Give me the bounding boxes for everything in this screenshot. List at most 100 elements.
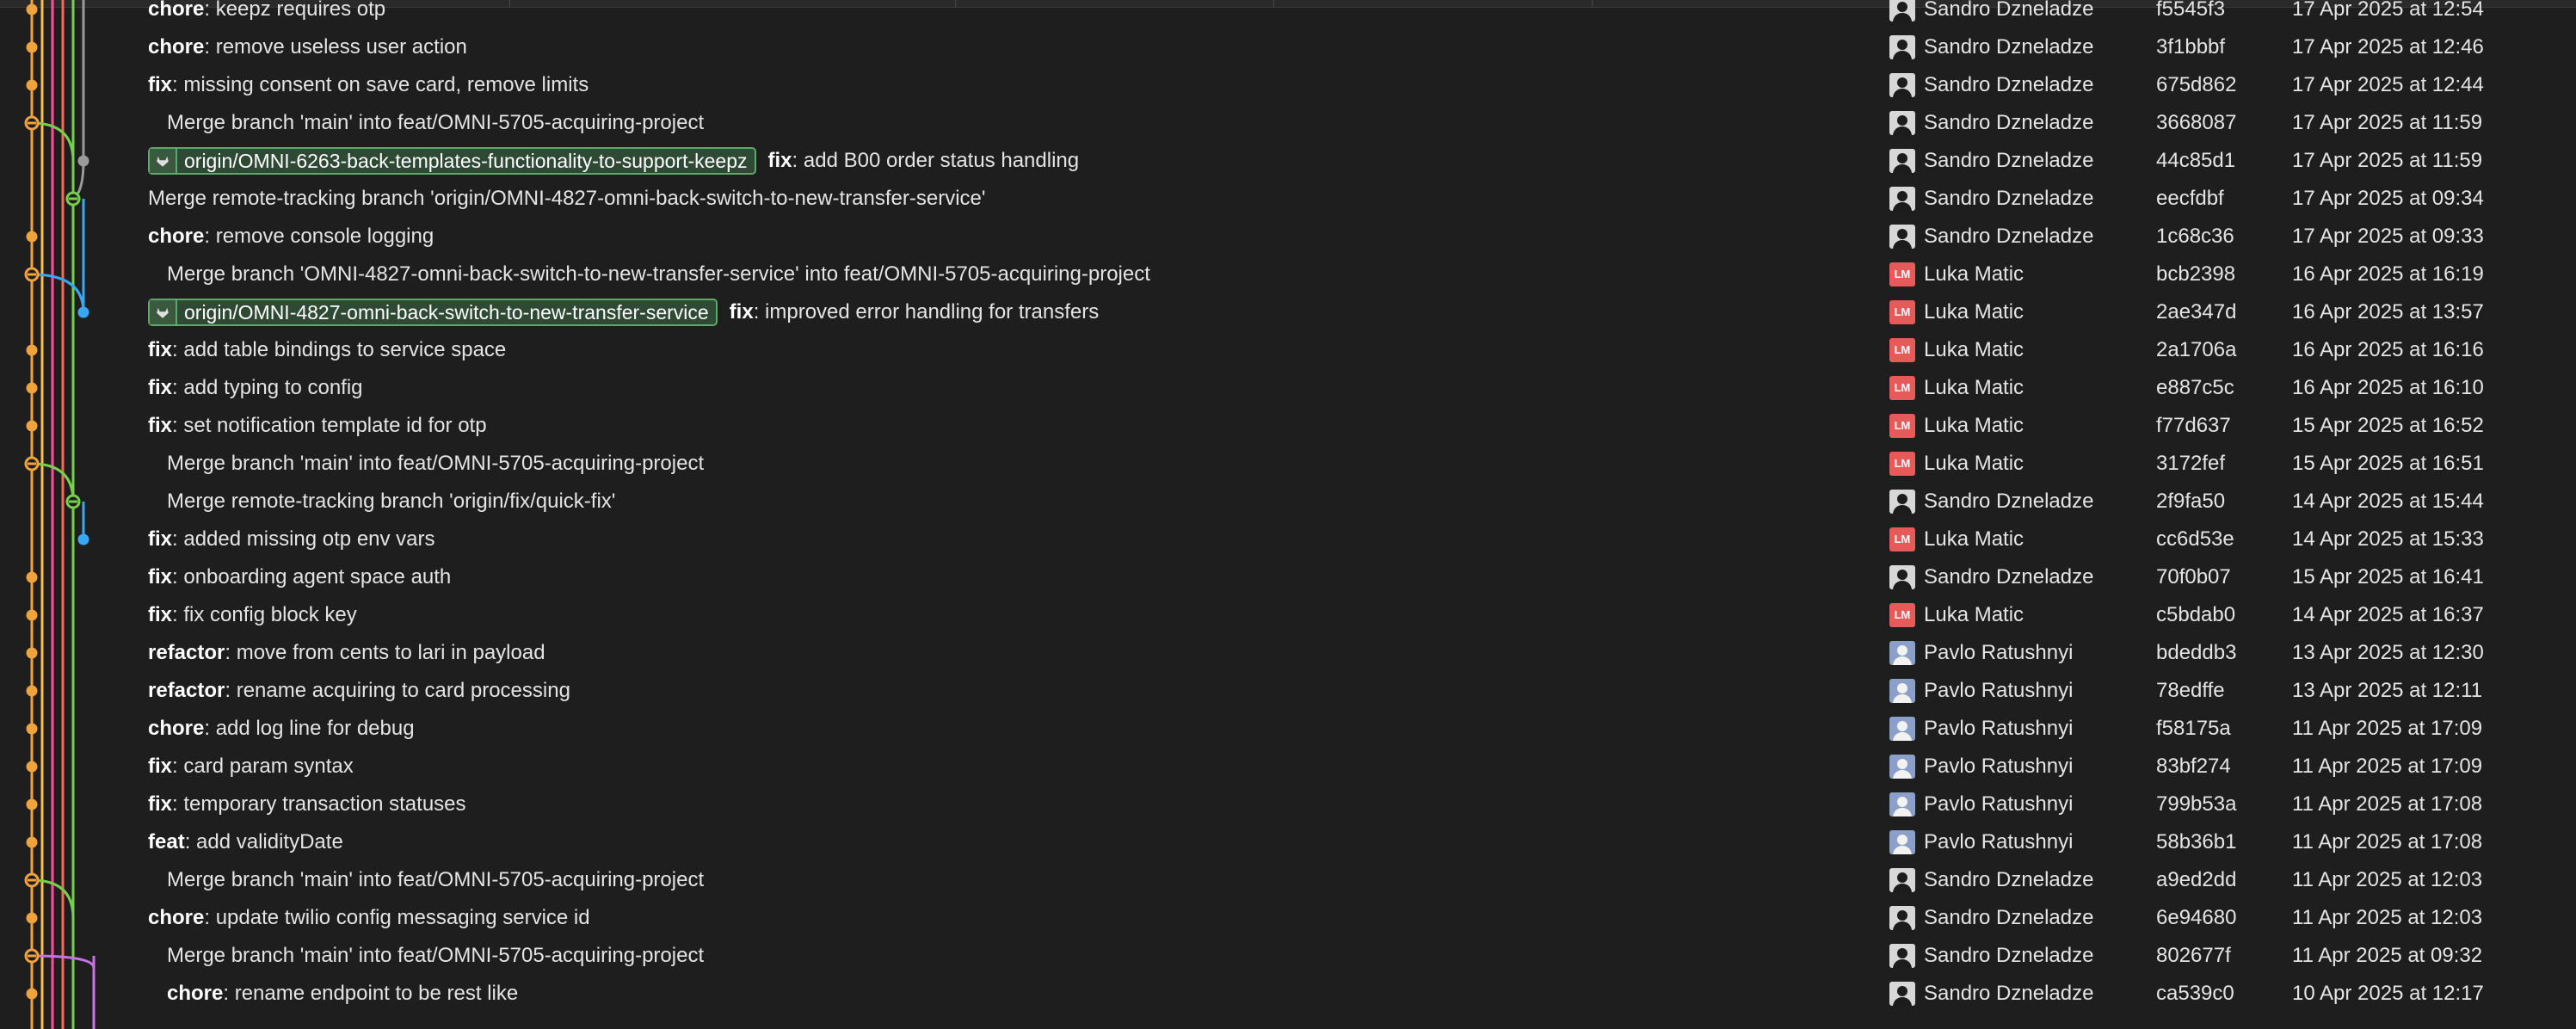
- commit-message: fix: temporary transaction statuses: [148, 786, 466, 823]
- author-initials: LM: [1894, 419, 1911, 432]
- commit-type: fix: [148, 792, 173, 816]
- commit-date: 15 Apr 2025 at 16:52: [2292, 414, 2484, 437]
- commit-date: 11 Apr 2025 at 17:09: [2292, 755, 2483, 778]
- author-name: Pavlo Ratushnyi: [1924, 679, 2074, 702]
- avatar-photo: [1893, 40, 1912, 59]
- commit-type-separator: :: [172, 338, 184, 361]
- author-name: Luka Matic: [1924, 376, 2024, 399]
- commit-row[interactable]: Merge remote-tracking branch 'origin/fix…: [0, 483, 2576, 521]
- commit-type: fix: [148, 755, 173, 778]
- commit-row[interactable]: fix: card param syntax Pavlo Ratushnyi 83b…: [0, 748, 2576, 786]
- commit-row[interactable]: chore: add log line for debug Pavlo Ratus…: [0, 710, 2576, 748]
- commit-row[interactable]: Merge remote-tracking branch 'origin/OMN…: [0, 180, 2576, 218]
- author-initials: LM: [1894, 343, 1911, 356]
- commit-row[interactable]: fix: add table bindings to service space…: [0, 331, 2576, 369]
- commit-row[interactable]: Merge branch 'main' into feat/OMNI-5705-…: [0, 445, 2576, 483]
- commit-sha: 3668087: [2156, 111, 2237, 134]
- author-avatar: [1889, 868, 1915, 892]
- commit-subject: add validityDate: [196, 830, 343, 853]
- commit-type-separator: :: [753, 300, 766, 323]
- commit-date: 11 Apr 2025 at 12:03: [2292, 906, 2483, 929]
- commit-row[interactable]: Merge branch 'main' into feat/OMNI-5705-…: [0, 937, 2576, 975]
- commit-row[interactable]: chore: remove console logging Sandro Dzne…: [0, 218, 2576, 256]
- commit-sha: f58175a: [2156, 717, 2231, 740]
- author-initials: LM: [1894, 381, 1911, 394]
- avatar-photo: [1893, 191, 1912, 211]
- commit-message: chore: add log line for debug: [148, 710, 415, 748]
- author-name: Luka Matic: [1924, 300, 2024, 323]
- commit-date: 13 Apr 2025 at 12:30: [2292, 641, 2484, 664]
- commit-message: Merge branch 'main' into feat/OMNI-5705-…: [167, 445, 704, 483]
- commit-sha: 44c85d1: [2156, 149, 2236, 172]
- commit-row[interactable]: chore: update twilio config messaging se…: [0, 899, 2576, 937]
- commit-row[interactable]: feat: add validityDate Pavlo Ratushnyi 58b…: [0, 823, 2576, 861]
- commit-date: 17 Apr 2025 at 09:33: [2292, 225, 2484, 248]
- commit-date: 17 Apr 2025 at 12:54: [2292, 0, 2484, 21]
- commit-date: 14 Apr 2025 at 15:44: [2292, 490, 2484, 513]
- commit-row[interactable]: fix: fix config block key LM Luka Matic c5b…: [0, 596, 2576, 634]
- commit-type: feat: [148, 830, 185, 853]
- branch-ref-name: origin/OMNI-6263-back-templates-function…: [184, 150, 748, 172]
- commit-row[interactable]: chore: keepz requires otp Sandro Dzneladz…: [0, 0, 2576, 28]
- commit-row[interactable]: refactor: rename acquiring to card proce…: [0, 672, 2576, 710]
- commit-row[interactable]: fix: added missing otp env vars LM Luka Ma…: [0, 521, 2576, 558]
- avatar-photo: [1893, 948, 1912, 968]
- author-avatar: LM: [1889, 603, 1915, 627]
- commit-type-separator: :: [172, 527, 184, 551]
- commit-type: chore: [148, 906, 205, 929]
- branch-ref-badge[interactable]: origin/OMNI-6263-back-templates-function…: [148, 147, 756, 175]
- commit-subject: rename endpoint to be rest like: [234, 982, 519, 1005]
- commit-sha: 1c68c36: [2156, 225, 2234, 248]
- commit-type-separator: :: [172, 603, 184, 626]
- commit-sha: a9ed2dd: [2156, 868, 2237, 891]
- avatar-photo: [1893, 835, 1912, 854]
- commit-row[interactable]: Merge branch 'OMNI-4827-omni-back-switch…: [0, 256, 2576, 293]
- commit-row[interactable]: Merge branch 'main' into feat/OMNI-5705-…: [0, 861, 2576, 899]
- commit-type: fix: [729, 300, 754, 323]
- commit-message: origin/OMNI-4827-omni-back-switch-to-new…: [148, 293, 1099, 331]
- commit-row[interactable]: chore: rename endpoint to be rest like Sa…: [0, 975, 2576, 1013]
- commit-row[interactable]: fix: missing consent on save card, remov…: [0, 66, 2576, 104]
- commit-row[interactable]: origin/OMNI-4827-omni-back-switch-to-new…: [0, 293, 2576, 331]
- commit-type: fix: [148, 527, 173, 551]
- commit-sha: 83bf274: [2156, 755, 2231, 778]
- commit-sha: 2f9fa50: [2156, 490, 2226, 513]
- author-avatar: [1889, 944, 1915, 968]
- commit-row[interactable]: fix: add typing to config LM Luka Matic e88…: [0, 369, 2576, 407]
- commit-date: 11 Apr 2025 at 17:08: [2292, 830, 2483, 853]
- commit-subject: add typing to config: [183, 376, 363, 399]
- commit-message: fix: missing consent on save card, remov…: [148, 66, 589, 104]
- commit-date: 17 Apr 2025 at 12:46: [2292, 35, 2484, 59]
- commit-message: chore: remove console logging: [148, 218, 434, 256]
- author-avatar: LM: [1889, 452, 1915, 476]
- author-name: Sandro Dzneladze: [1924, 565, 2094, 588]
- commit-type: chore: [148, 0, 205, 21]
- commit-row[interactable]: origin/OMNI-6263-back-templates-function…: [0, 142, 2576, 180]
- commit-message: fix: set notification template id for ot…: [148, 407, 487, 445]
- commit-subject: added missing otp env vars: [183, 527, 435, 551]
- author-initials: LM: [1894, 457, 1911, 470]
- commit-message: fix: added missing otp env vars: [148, 521, 435, 558]
- commit-row[interactable]: refactor: move from cents to lari in pay…: [0, 634, 2576, 672]
- commit-row[interactable]: fix: set notification template id for ot…: [0, 407, 2576, 445]
- commit-row[interactable]: Merge branch 'main' into feat/OMNI-5705-…: [0, 104, 2576, 142]
- branch-ref-badge[interactable]: origin/OMNI-4827-omni-back-switch-to-new…: [148, 299, 718, 326]
- avatar-photo: [1893, 2, 1912, 22]
- commit-row[interactable]: fix: onboarding agent space auth Sandro D…: [0, 558, 2576, 596]
- author-avatar: LM: [1889, 414, 1915, 438]
- commit-row[interactable]: chore: remove useless user action Sandro …: [0, 28, 2576, 66]
- commit-sha: 675d862: [2156, 73, 2237, 96]
- author-avatar: [1889, 792, 1915, 816]
- avatar-photo: [1893, 797, 1912, 816]
- commit-type: fix: [148, 376, 173, 399]
- author-avatar: [1889, 717, 1915, 741]
- commit-row[interactable]: fix: temporary transaction statuses Pavlo…: [0, 786, 2576, 823]
- author-avatar: [1889, 982, 1915, 1006]
- author-avatar: [1889, 0, 1915, 22]
- commit-date: 16 Apr 2025 at 16:16: [2292, 338, 2484, 361]
- author-name: Pavlo Ratushnyi: [1924, 717, 2074, 740]
- commit-subject: Merge remote-tracking branch 'origin/OMN…: [148, 187, 986, 210]
- commit-subject: remove console logging: [215, 225, 434, 248]
- commit-type: fix: [148, 565, 173, 588]
- commit-date: 11 Apr 2025 at 17:08: [2292, 792, 2483, 816]
